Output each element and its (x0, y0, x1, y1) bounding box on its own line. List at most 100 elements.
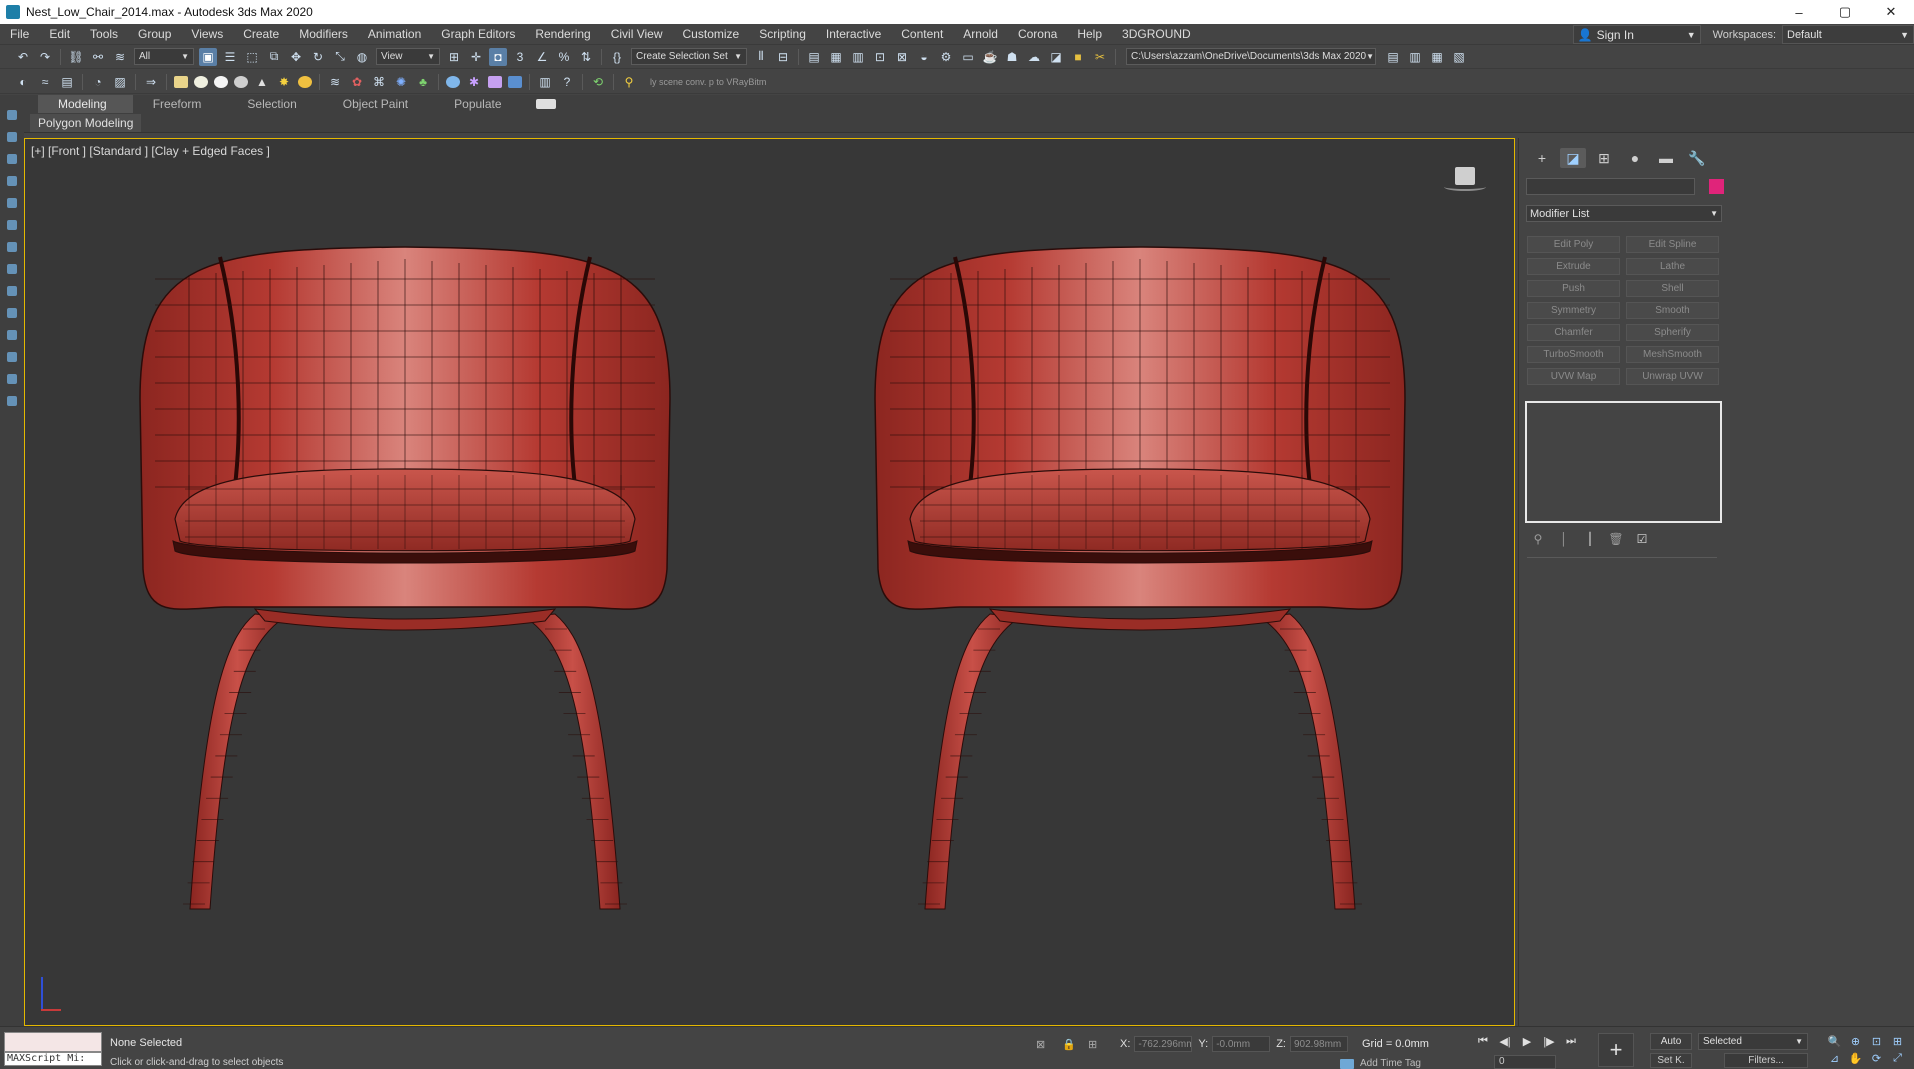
scene-explorer-icon[interactable]: ▤ (805, 48, 823, 66)
time-tag[interactable]: Add Time Tag (1340, 1058, 1421, 1069)
sign-in-dropdown[interactable]: 👤 Sign In ▼ (1572, 25, 1701, 44)
configure-modifier-sets-icon[interactable]: ☑ (1633, 531, 1651, 547)
menu-scripting[interactable]: Scripting (749, 27, 816, 41)
mirror-icon[interactable]: ⫴ (752, 48, 770, 66)
unwrap-uvw-button[interactable]: Unwrap UVW (1626, 368, 1719, 385)
vray-fb-icon[interactable] (488, 75, 502, 88)
y-coordinate-field[interactable]: -0.0mm (1212, 1036, 1271, 1052)
workspace-dropdown[interactable]: Default ▼ (1782, 25, 1914, 44)
tab-populate[interactable]: Populate (434, 95, 527, 113)
rendered-frame-window-icon[interactable]: ▭ (959, 48, 977, 66)
snaps-toggle-icon[interactable]: 3 (511, 48, 529, 66)
turbosmooth-button[interactable]: TurboSmooth (1527, 346, 1620, 363)
chair-models[interactable] (25, 139, 1515, 1026)
box-icon[interactable] (174, 75, 188, 88)
layer-explorer-icon[interactable]: ▦ (827, 48, 845, 66)
palette-icon[interactable]: ◔ (89, 73, 107, 91)
select-move-icon[interactable]: ✥ (287, 48, 305, 66)
hierarchy-tab-icon[interactable]: ⊞ (1591, 148, 1617, 168)
edit-poly-button[interactable]: Edit Poly (1527, 236, 1620, 253)
ribbon-options-icon[interactable] (535, 99, 556, 109)
link-icon[interactable]: ⛓ (67, 48, 85, 66)
select-by-name-icon[interactable]: ☰ (221, 48, 239, 66)
chair-leg[interactable] (924, 613, 1022, 910)
utilities-icon[interactable] (7, 220, 17, 230)
vray-render-icon[interactable] (508, 75, 522, 88)
visibility-icon[interactable] (7, 352, 17, 362)
sun-icon[interactable] (298, 75, 312, 88)
display-tab-icon[interactable]: ▬ (1653, 148, 1679, 168)
meshsmooth-button[interactable]: MeshSmooth (1626, 346, 1719, 363)
object-color-swatch[interactable] (1709, 179, 1724, 194)
help-icon[interactable]: ? (558, 73, 576, 91)
chair-leg[interactable] (189, 613, 287, 910)
project-path-dropdown[interactable]: C:\Users\azzam\OneDrive\Documents\3ds Ma… (1126, 48, 1376, 65)
shell-button[interactable]: Shell (1626, 280, 1719, 297)
maximize-button[interactable]: ▢ (1822, 0, 1868, 24)
chamfer-button[interactable]: Chamfer (1527, 324, 1620, 341)
layer-icon[interactable] (7, 396, 17, 406)
ocean-icon[interactable]: ≈ (36, 73, 54, 91)
chair-leg[interactable] (523, 613, 621, 910)
redo-icon[interactable]: ↷ (36, 48, 54, 66)
light-icon[interactable]: ✸ (275, 73, 293, 91)
chair-1[interactable] (139, 246, 671, 910)
menu-help[interactable]: Help (1067, 27, 1112, 41)
pin-icon[interactable]: ⚲ (620, 73, 638, 91)
symmetry-button[interactable]: Symmetry (1527, 302, 1620, 319)
loop-icon[interactable] (7, 374, 17, 384)
tab-object-paint[interactable]: Object Paint (323, 95, 434, 113)
select-scale-icon[interactable]: ⤡ (331, 48, 349, 66)
tab-modeling[interactable]: Modeling (38, 95, 133, 113)
proxy-icon[interactable]: ⌘ (370, 73, 388, 91)
modify-tab-icon[interactable]: ◪ (1560, 148, 1586, 168)
z-coordinate-field[interactable]: 902.98mm (1289, 1036, 1348, 1052)
material-editor-icon[interactable]: ◒ (915, 48, 933, 66)
window-crossing-icon[interactable]: ⧉ (265, 48, 283, 66)
gallery-icon[interactable]: ▨ (111, 73, 129, 91)
maxscript-listener[interactable]: MAXScript Mi: (4, 1032, 102, 1068)
bitmap-icon[interactable]: ■ (1069, 48, 1087, 66)
menu-content[interactable]: Content (891, 27, 953, 41)
save-project-icon[interactable]: ▦ (1428, 48, 1446, 66)
menu-arnold[interactable]: Arnold (953, 27, 1008, 41)
hierarchy-icon[interactable] (7, 154, 17, 164)
container-icon[interactable] (7, 242, 17, 252)
go-to-end-icon[interactable]: ⏭ (1560, 1033, 1582, 1049)
open-project-icon[interactable]: ▥ (1406, 48, 1424, 66)
spherify-button[interactable]: Spherify (1626, 324, 1719, 341)
menu-corona[interactable]: Corona (1008, 27, 1067, 41)
chair-base[interactable] (253, 608, 557, 631)
save-scene-icon[interactable]: ▤ (58, 73, 76, 91)
menu-civil-view[interactable]: Civil View (601, 27, 673, 41)
zoom-icon[interactable]: 🔍 (1824, 1033, 1845, 1050)
pan-icon[interactable]: ✋ (1845, 1050, 1866, 1067)
front-viewport[interactable]: [+] [Front ] [Standard ] [Clay + Edged F… (24, 138, 1515, 1026)
vray-material-icon[interactable] (446, 75, 460, 88)
zoom-extents-all-icon[interactable]: ⊞ (1887, 1033, 1908, 1050)
uvw-map-button[interactable]: UVW Map (1527, 368, 1620, 385)
render-active-shade-icon[interactable]: ☗ (1003, 48, 1021, 66)
modifier-stack[interactable] (1525, 401, 1722, 523)
remove-modifier-icon[interactable]: 🗑 (1607, 531, 1625, 547)
absolute-mode-icon[interactable]: ⊞ (1088, 1038, 1100, 1051)
menu-file[interactable]: File (0, 27, 39, 41)
previous-frame-icon[interactable]: ◀| (1494, 1033, 1516, 1049)
polygon-modeling-panel[interactable]: Polygon Modeling (30, 113, 142, 132)
set-key-button[interactable]: + (1598, 1033, 1634, 1067)
auto-key-button[interactable]: Auto (1650, 1033, 1692, 1050)
hair-icon[interactable]: ≋ (326, 73, 344, 91)
select-object-icon[interactable]: ▣ (199, 47, 217, 66)
curve-editor-icon[interactable]: ⊡ (871, 48, 889, 66)
motion-tab-icon[interactable]: ● (1622, 148, 1648, 168)
project-folder-icon[interactable]: ▤ (1384, 48, 1402, 66)
menu-modifiers[interactable]: Modifiers (289, 27, 358, 41)
project-settings-icon[interactable]: ▧ (1450, 48, 1468, 66)
keyboard-shortcut-override-icon[interactable]: ◘ (489, 47, 507, 66)
close-button[interactable]: ✕ (1868, 0, 1914, 24)
undo-icon[interactable]: ↶ (14, 48, 32, 66)
menu-3dground[interactable]: 3DGROUND (1112, 27, 1201, 41)
push-button[interactable]: Push (1527, 280, 1620, 297)
edit-named-selection-icon[interactable]: {} (608, 48, 626, 66)
x-coordinate-field[interactable]: -762.296mm (1134, 1036, 1193, 1052)
